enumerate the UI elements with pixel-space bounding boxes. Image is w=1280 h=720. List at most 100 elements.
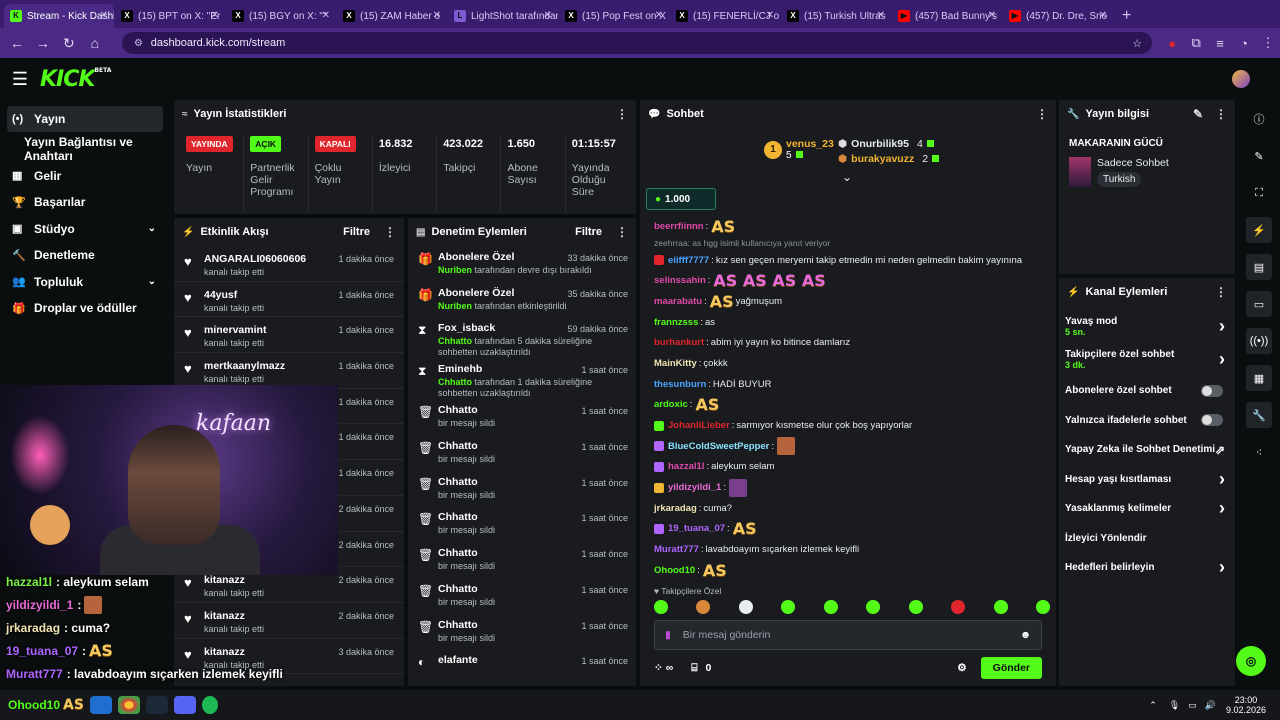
emote-icon[interactable] — [866, 600, 881, 614]
stats-icon[interactable]: ▦ — [1246, 365, 1272, 391]
chat-username[interactable]: JohanliLieber — [668, 420, 730, 431]
sidebar-item[interactable]: 🎁 Droplar ve ödüller — [0, 295, 170, 322]
more-options-icon[interactable]: ⋮ — [1036, 107, 1048, 121]
chat-username[interactable]: frannzsss — [654, 317, 698, 328]
bolt-icon[interactable]: ⚡ — [1246, 217, 1272, 243]
chat-icon[interactable]: ▭ — [1246, 291, 1272, 317]
moderation-row[interactable]: 🗑 Chhatto bir mesajı sildi 1 saat önce — [408, 614, 636, 650]
more-options-icon[interactable]: ⋮ — [1215, 107, 1227, 121]
moderation-row[interactable]: ◐ elafante 1 saat önce — [408, 649, 636, 685]
emote-icon[interactable] — [738, 600, 753, 614]
sidebar-item[interactable]: 👥 Topluluk ⌄ — [0, 269, 170, 296]
chat-username[interactable]: maarabatu — [654, 296, 702, 307]
moderator-name[interactable]: Nuriben — [438, 301, 472, 311]
reload-icon[interactable]: ↻ — [56, 35, 82, 52]
hamburger-menu-icon[interactable]: ☰ — [0, 69, 40, 90]
browser-tab[interactable]: X (15) ZAM Haber o ✕ — [337, 4, 447, 28]
site-info-icon[interactable]: ⚙ — [134, 38, 143, 49]
chat-username[interactable]: jrkaradag — [654, 503, 697, 514]
moderation-row[interactable]: ⧗ Fox_isback Chhatto tarafından 5 dakika s… — [408, 317, 636, 358]
activity-row[interactable]: ♥ 44yusf kanalı takip etti 1 dakika önce — [174, 282, 404, 318]
emote-icon[interactable] — [696, 600, 711, 614]
browser-tab[interactable]: X (15) Turkish Ultras ✕ — [781, 4, 891, 28]
browser-tab[interactable]: KStream - Kick Dashboard✕ — [4, 4, 114, 28]
browser-tab[interactable]: ▶ (457) Dr. Dre, Sno ✕ — [1003, 4, 1113, 28]
close-tab-icon[interactable]: ✕ — [1099, 10, 1107, 21]
external-link-icon[interactable]: ⇗ — [1215, 443, 1225, 457]
chevron-right-icon[interactable]: › — [1219, 349, 1225, 370]
gift-icon[interactable]: ⌸ — [691, 662, 697, 675]
chevron-down-icon[interactable]: ⌄ — [148, 223, 156, 234]
tray-chevron-icon[interactable]: ⌃ — [1149, 700, 1157, 711]
chevron-right-icon[interactable]: › — [1219, 469, 1225, 490]
moderator-name[interactable]: Nuriben — [438, 265, 472, 275]
close-tab-icon[interactable]: ✕ — [877, 10, 885, 21]
activity-row[interactable]: ♥ ANGARALI06060606 kanalı takip etti 1 daki… — [174, 246, 404, 282]
back-icon[interactable]: ← — [4, 35, 30, 51]
more-options-icon[interactable]: ⋮ — [616, 225, 628, 239]
pencil-icon[interactable]: ✎ — [1246, 143, 1272, 169]
mic-icon[interactable]: ▮ — [665, 629, 671, 641]
channel-action-row[interactable]: Takipçilere özel sohbet 3 dk. › — [1059, 343, 1235, 376]
leader-username[interactable]: venus_23 — [786, 138, 834, 150]
send-button[interactable]: Gönder — [980, 657, 1042, 679]
close-tab-icon[interactable]: ✕ — [988, 10, 996, 21]
chevron-right-icon[interactable]: › — [1219, 557, 1225, 578]
close-tab-icon[interactable]: ✕ — [322, 10, 330, 21]
moderation-row[interactable]: 🗑 Chhatto bir mesajı sildi 1 saat önce — [408, 542, 636, 578]
sidebar-item[interactable]: 🔨 Denetleme — [0, 242, 170, 269]
user-avatar[interactable] — [1232, 70, 1250, 88]
channel-action-row[interactable]: Hesap yaşı kısıtlaması › — [1059, 465, 1235, 495]
clock[interactable]: 23:00 9.02.2026 — [1226, 695, 1266, 715]
wrench-icon[interactable]: 🔧 — [1246, 402, 1272, 428]
chevron-down-icon[interactable]: ⌄ — [148, 276, 156, 287]
leader-username[interactable]: burakyavuzz — [851, 153, 914, 165]
close-tab-icon[interactable]: ✕ — [100, 10, 108, 21]
moderation-row[interactable]: 🎁 Abonelere Özel Nuriben tarafından etkinl… — [408, 282, 636, 318]
list-icon[interactable]: ▤ — [1246, 254, 1272, 280]
chat-username[interactable]: thesunburn — [654, 379, 706, 390]
moderation-row[interactable]: 🗑 Chhatto bir mesajı sildi 1 saat önce — [408, 399, 636, 435]
chat-username[interactable]: burhankurt — [654, 337, 704, 348]
close-tab-icon[interactable]: ✕ — [433, 10, 441, 21]
mic-tray-icon[interactable]: 🎙 — [1169, 700, 1180, 711]
extensions-puzzle-icon[interactable]: ⧉ — [1184, 35, 1208, 51]
browser-tab[interactable]: X (15) Pop Fest on X ✕ — [559, 4, 669, 28]
more-options-icon[interactable]: ⋮ — [1215, 285, 1227, 299]
browser-tab[interactable]: X (15) BPT on X: "Er ✕ — [115, 4, 225, 28]
chat-username[interactable]: MainKitty — [654, 358, 697, 369]
activity-row[interactable]: ♥ minervamint kanalı takip etti 1 dakika ön… — [174, 317, 404, 354]
browser-tab[interactable]: ▶ (457) Bad Bunny's ✕ — [892, 4, 1002, 28]
activity-row[interactable]: ♥ mertkaanylmazz kanalı takip etti 1 dakika… — [174, 353, 404, 389]
filter-button[interactable]: Filtre — [575, 226, 602, 238]
media-icon[interactable]: ≡ — [1208, 36, 1232, 51]
emote-icon[interactable] — [908, 600, 923, 614]
close-tab-icon[interactable]: ✕ — [766, 10, 774, 21]
volume-icon[interactable]: 🔊 — [1205, 700, 1216, 711]
channel-action-row[interactable]: İzleyici Yönlendir — [1059, 524, 1235, 554]
share-icon[interactable]: ⁖ — [1246, 439, 1272, 465]
moderation-row[interactable]: ⧗ Eminehb Chhatto tarafından 1 dakika süre… — [408, 358, 636, 399]
moderation-row[interactable]: 🗑 Chhatto bir mesajı sildi 1 saat önce — [408, 471, 636, 507]
chat-username[interactable]: Ohood10 — [654, 565, 695, 576]
bookmark-star-icon[interactable]: ☆ — [1132, 37, 1142, 50]
emote-icon[interactable] — [993, 600, 1008, 614]
channel-action-row[interactable]: Hedefleri belirleyin › — [1059, 553, 1235, 583]
chat-username[interactable]: ardoxic — [654, 399, 688, 410]
moderation-row[interactable]: 🗑 Chhatto bir mesajı sildi 1 saat önce — [408, 578, 636, 614]
chat-username[interactable]: hazzal1l — [668, 461, 704, 472]
close-tab-icon[interactable]: ✕ — [211, 10, 219, 21]
channel-action-row[interactable]: Yalnızca ifadelerle sohbet — [1059, 406, 1235, 436]
more-options-icon[interactable]: ⋮ — [384, 225, 396, 239]
emote-icon[interactable] — [654, 600, 668, 614]
spotify-icon[interactable] — [201, 696, 218, 714]
home-icon[interactable]: ⌂ — [82, 35, 108, 51]
chat-username[interactable]: 19_tuana_07 — [668, 523, 725, 534]
channel-action-row[interactable]: Yavaş mod 5 sn. › — [1059, 310, 1235, 343]
browser-tab[interactable]: X (15) BGY on X: "" ✕ — [226, 4, 336, 28]
chevron-right-icon[interactable]: › — [1219, 498, 1225, 519]
close-tab-icon[interactable]: ✕ — [544, 10, 552, 21]
chat-username[interactable]: Muratt777 — [654, 544, 699, 555]
profile-icon[interactable]: ◔ — [1232, 36, 1256, 51]
category-name[interactable]: Sadece Sohbet — [1097, 157, 1169, 169]
